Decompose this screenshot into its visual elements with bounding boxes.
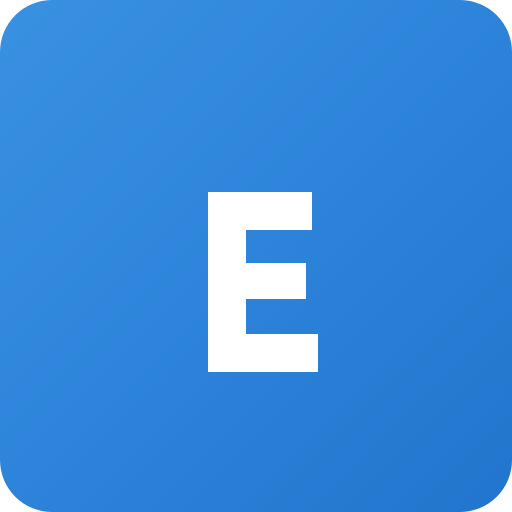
app-icon: E	[0, 0, 512, 512]
letter-e-glyph: E	[208, 192, 318, 372]
letter-e-shape	[208, 192, 318, 372]
